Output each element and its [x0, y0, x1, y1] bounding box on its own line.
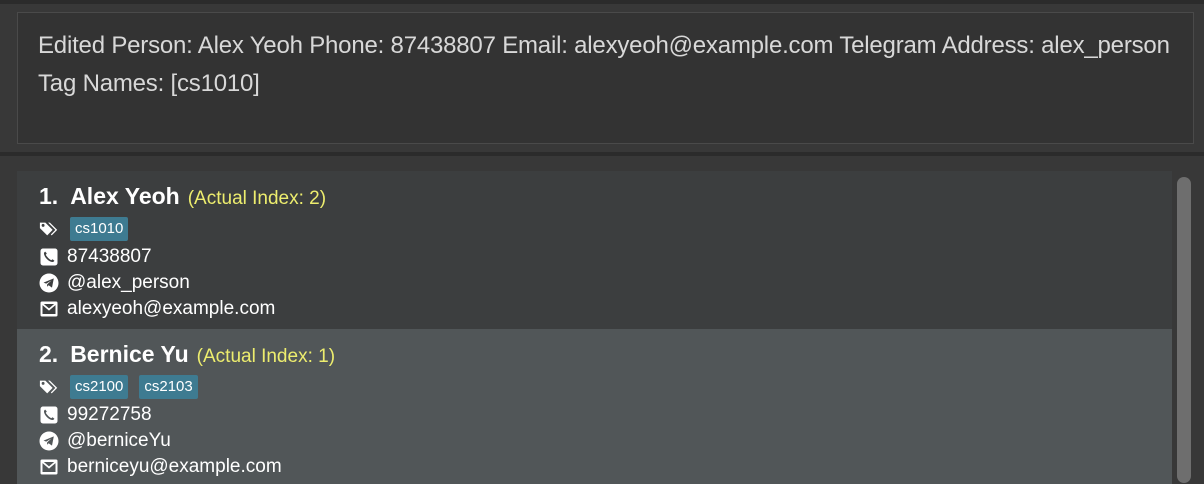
person-name: Alex Yeoh	[70, 183, 180, 209]
email-value: berniceyu@example.com	[67, 456, 282, 477]
phone-value: 87438807	[67, 246, 152, 267]
telegram-icon	[39, 273, 59, 293]
tag-chip: cs2100	[70, 375, 129, 399]
phone-row: 87438807	[39, 245, 152, 269]
person-card[interactable]: 1. Alex Yeoh (Actual Index: 2) cs1010 87…	[17, 171, 1172, 329]
tag-list: cs2100 cs2103	[70, 375, 209, 399]
person-list-panel: 1. Alex Yeoh (Actual Index: 2) cs1010 87…	[0, 156, 1204, 484]
phone-row: 99272758	[39, 403, 152, 427]
telegram-value: @berniceYu	[67, 430, 171, 451]
envelope-icon	[39, 457, 59, 477]
email-value: alexyeoh@example.com	[67, 298, 276, 319]
telegram-row: @alex_person	[39, 271, 190, 295]
telegram-value: @alex_person	[67, 272, 190, 293]
result-text: Edited Person: Alex Yeoh Phone: 87438807…	[38, 32, 1170, 97]
tag-icon	[39, 377, 59, 397]
tags-row: cs1010	[39, 217, 139, 241]
phone-value: 99272758	[67, 404, 152, 425]
tag-icon	[39, 219, 59, 239]
tags-row: cs2100 cs2103	[39, 375, 209, 399]
list-scrollbar[interactable]	[1175, 171, 1193, 484]
actual-index: (Actual Index: 2)	[187, 188, 327, 209]
envelope-icon	[39, 299, 59, 319]
email-row: berniceyu@example.com	[39, 455, 282, 479]
scrollbar-thumb[interactable]	[1177, 177, 1191, 483]
card-header: 2. Bernice Yu (Actual Index: 1)	[39, 341, 335, 371]
person-index: 2.	[39, 341, 59, 367]
tag-list: cs1010	[70, 217, 139, 241]
phone-icon	[39, 247, 59, 267]
result-panel: Edited Person: Alex Yeoh Phone: 87438807…	[0, 0, 1204, 152]
tag-chip: cs2103	[139, 375, 198, 399]
person-card[interactable]: 2. Bernice Yu (Actual Index: 1) cs2100 c…	[17, 329, 1172, 484]
email-row: alexyeoh@example.com	[39, 297, 275, 321]
person-name: Bernice Yu	[70, 341, 189, 367]
tag-chip: cs1010	[70, 217, 129, 241]
telegram-row: @berniceYu	[39, 429, 171, 453]
card-header: 1. Alex Yeoh (Actual Index: 2)	[39, 183, 326, 213]
result-display[interactable]: Edited Person: Alex Yeoh Phone: 87438807…	[17, 12, 1194, 144]
person-index: 1.	[39, 183, 59, 209]
phone-icon	[39, 405, 59, 425]
telegram-icon	[39, 431, 59, 451]
person-list[interactable]: 1. Alex Yeoh (Actual Index: 2) cs1010 87…	[17, 171, 1172, 484]
actual-index: (Actual Index: 1)	[196, 346, 336, 367]
